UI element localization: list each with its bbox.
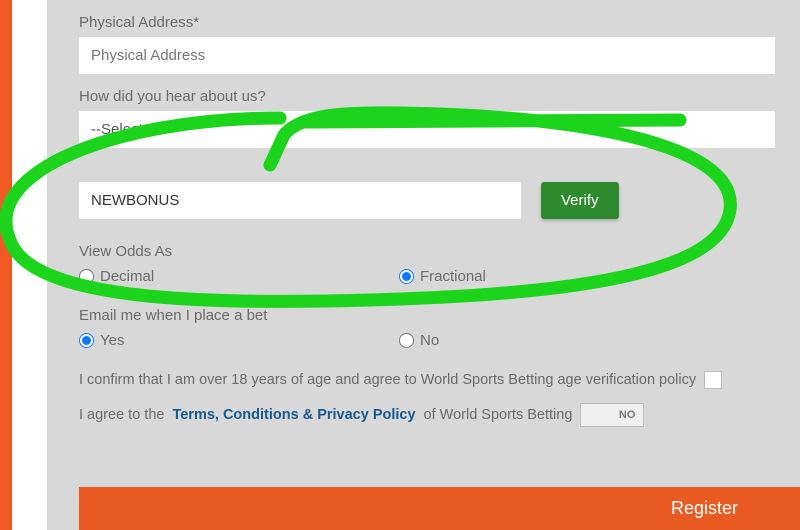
email-yes-label: Yes [100, 332, 124, 349]
odds-decimal-label: Decimal [100, 268, 154, 285]
email-bet-radio-group: Yes No [79, 332, 775, 349]
physical-address-input[interactable] [79, 37, 775, 74]
terms-toggle[interactable]: NO [580, 403, 644, 427]
toggle-no-label: NO [619, 409, 636, 421]
view-odds-radio-group: Decimal Fractional [79, 268, 775, 285]
email-no-label: No [420, 332, 439, 349]
verify-button[interactable]: Verify [541, 182, 619, 219]
terms-prefix: I agree to the [79, 407, 164, 423]
orange-sidebar [0, 0, 12, 530]
terms-consent-row: I agree to the Terms, Conditions & Priva… [79, 403, 775, 427]
physical-address-label: Physical Address* [79, 14, 775, 31]
email-bet-label: Email me when I place a bet [79, 307, 775, 324]
hear-about-select[interactable]: --Select-- [79, 111, 775, 148]
registration-form: Physical Address* How did you hear about… [47, 0, 800, 530]
odds-fractional-radio[interactable] [399, 269, 414, 284]
hear-about-label: How did you hear about us? [79, 88, 775, 105]
bonus-code-input[interactable] [79, 182, 521, 219]
register-button[interactable]: Register [79, 487, 800, 530]
odds-decimal-radio[interactable] [79, 269, 94, 284]
email-yes-radio[interactable] [79, 333, 94, 348]
email-no-radio[interactable] [399, 333, 414, 348]
view-odds-label: View Odds As [79, 243, 775, 260]
odds-fractional-label: Fractional [420, 268, 486, 285]
age-consent-row: I confirm that I am over 18 years of age… [79, 371, 775, 389]
age-consent-text: I confirm that I am over 18 years of age… [79, 372, 696, 388]
terms-suffix: of World Sports Betting [424, 407, 573, 423]
terms-link[interactable]: Terms, Conditions & Privacy Policy [172, 407, 415, 423]
age-consent-checkbox[interactable] [704, 371, 722, 389]
